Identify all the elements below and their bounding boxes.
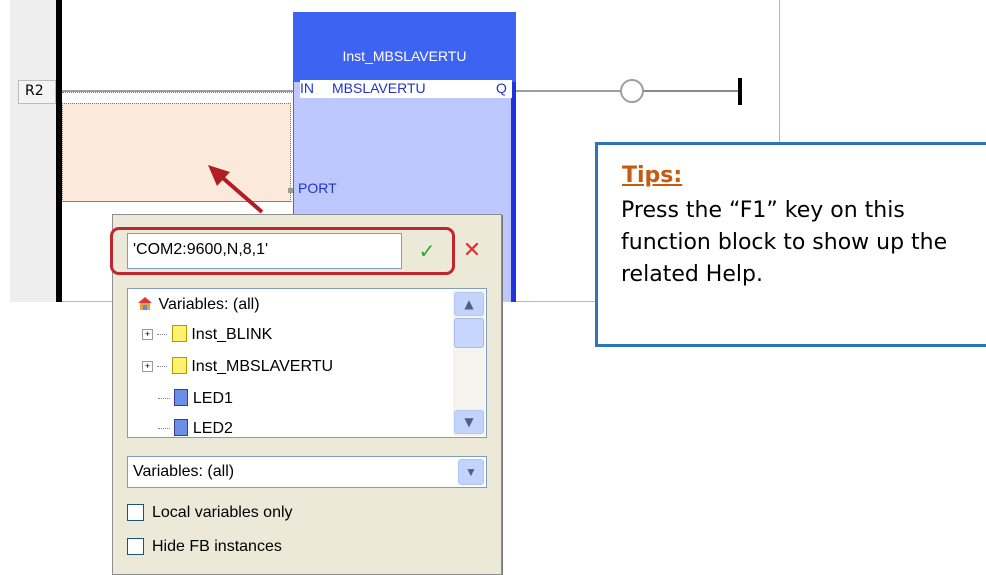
coil-icon[interactable] <box>620 79 644 103</box>
tips-title: Tips: <box>622 163 683 188</box>
rung-label-strip <box>10 0 57 302</box>
tree-item[interactable]: LED1 <box>158 389 233 408</box>
fb-input-in: IN <box>300 80 314 96</box>
output-line-end <box>644 90 738 92</box>
cross-icon: ✕ <box>462 238 482 263</box>
local-variables-checkbox[interactable]: Local variables only <box>127 504 293 522</box>
checkbox-box[interactable] <box>127 504 144 522</box>
fb-output-q: Q <box>496 80 507 96</box>
function-block-instance-name: Inst_MBSLAVERTU <box>342 48 467 64</box>
cancel-button[interactable]: ✕ <box>458 236 486 266</box>
scroll-thumb[interactable] <box>454 318 484 348</box>
output-line <box>516 90 620 92</box>
variables-root-icon <box>138 297 152 310</box>
fb-instance-icon <box>171 325 187 342</box>
tree-item-label: Inst_BLINK <box>191 326 273 343</box>
expand-icon[interactable]: + <box>142 361 153 373</box>
tree-item[interactable]: + Inst_BLINK <box>142 325 272 344</box>
expand-icon[interactable]: + <box>142 329 153 341</box>
tree-item-label: Inst_MBSLAVERTU <box>191 358 334 375</box>
hide-fb-instances-checkbox[interactable]: Hide FB instances <box>127 538 282 556</box>
tree-scrollbar[interactable]: ▲ ▼ <box>453 290 485 436</box>
fb-input-port: PORT <box>298 180 337 196</box>
checkbox-label: Hide FB instances <box>152 538 282 555</box>
variables-filter-select[interactable]: Variables: (all) ▼ <box>127 456 487 488</box>
fb-instance-icon <box>171 357 187 374</box>
rung-label[interactable]: R2 <box>18 80 56 104</box>
rung-line-dotted <box>62 92 298 93</box>
right-power-rail <box>738 78 742 105</box>
filter-select-value: Variables: (all) <box>133 463 235 480</box>
tips-body: Press the “F1” key on this function bloc… <box>621 198 948 287</box>
chevron-down-icon[interactable]: ▼ <box>458 459 484 485</box>
tree-item[interactable]: LED2 <box>158 419 233 437</box>
variable-icon <box>174 419 189 436</box>
variables-tree[interactable]: Variables: (all) + Inst_BLINK + Inst_MBS… <box>127 288 487 438</box>
tree-root[interactable]: Variables: (all) <box>136 295 260 314</box>
scroll-down-icon[interactable]: ▼ <box>454 410 484 434</box>
function-block-header[interactable] <box>293 12 516 82</box>
function-block-io-row: IN MBSLAVERTU Q <box>300 80 512 98</box>
function-block-edge <box>511 82 516 302</box>
tree-item-label: LED2 <box>192 420 233 437</box>
scroll-up-icon[interactable]: ▲ <box>454 292 484 316</box>
arrow-annotation-icon <box>208 165 264 214</box>
tree-item[interactable]: + Inst_MBSLAVERTU <box>142 357 333 376</box>
fb-type-name: MBSLAVERTU <box>332 80 426 96</box>
checkbox-label: Local variables only <box>152 504 293 521</box>
checkbox-box[interactable] <box>127 538 144 556</box>
input-highlight-annotation <box>110 227 455 275</box>
tree-root-label: Variables: (all) <box>158 296 260 313</box>
variable-icon <box>174 389 189 406</box>
tree-item-label: LED1 <box>192 390 233 407</box>
